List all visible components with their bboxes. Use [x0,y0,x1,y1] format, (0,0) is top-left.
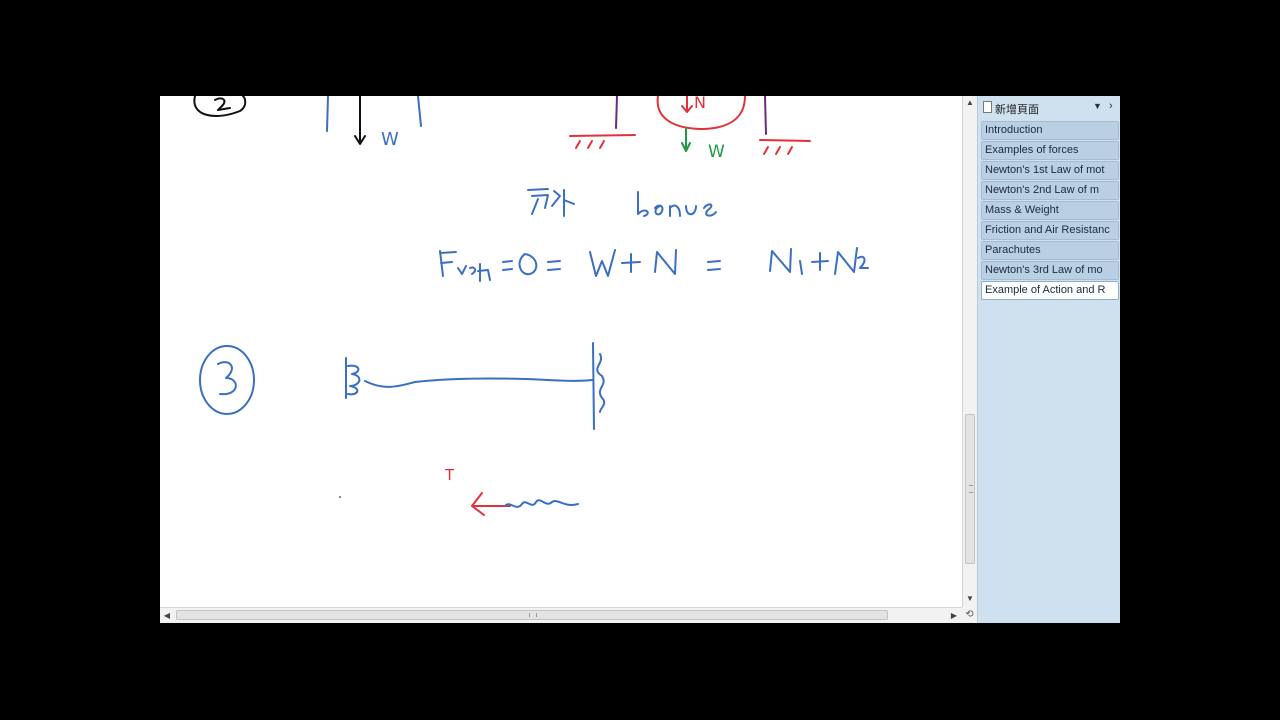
equation-eq2 [547,260,561,271]
new-page-label: 新增頁面 [995,103,1039,116]
spring-wall-hatch [596,353,606,413]
circle-3-outline [199,345,255,415]
resize-corner-icon[interactable]: ⟲ [962,607,977,623]
right-support [764,96,767,135]
page-list: Introduction Examples of forces Newton's… [981,121,1119,301]
vertical-scroll-thumb[interactable] [965,414,975,564]
ground-left [569,134,636,137]
page-tab-introduction[interactable]: Introduction [981,121,1119,140]
right-wall-stroke [417,96,422,127]
horizontal-scroll-thumb[interactable] [176,610,888,620]
equation-eq1 [502,260,513,271]
new-page-header[interactable]: 新增頁面 ▼ › [981,100,1118,116]
weight-label-left: W [381,129,399,150]
arrow-right-icon[interactable]: ▶ [947,608,961,623]
bonus-strokes [637,191,717,217]
circle-3-digit [217,361,237,396]
stray-dot [339,496,341,498]
equation-eq3 [707,260,721,271]
page-tab-friction-air-resistance[interactable]: Friction and Air Resistanc [981,221,1119,240]
equation-w [589,249,616,277]
equation-f [439,250,457,277]
page-tab-newtons-2nd-law[interactable]: Newton's 2nd Law of m [981,181,1119,200]
ground-right-hatch [763,146,793,155]
page-tab-newtons-3rd-law[interactable]: Newton's 3rd Law of mo [981,261,1119,280]
new-page-icon [983,101,992,113]
arrow-left-icon[interactable]: ◀ [160,608,174,623]
chinese-note-strokes [527,188,575,217]
tension-coil [504,499,579,508]
chevron-right-icon[interactable]: › [1109,100,1113,112]
spring-line [364,377,593,388]
equation-plus2 [811,252,829,271]
page-tab-example-action-reaction[interactable]: Example of Action and R [981,281,1119,300]
left-support [615,96,618,129]
onenote-window: W N W T ▲ ▼ ◀ ▶ ⟲ 新增頁面 ▼ › Introduction … [160,96,1120,623]
ink-layer [193,96,869,516]
horizontal-scrollbar[interactable]: ◀ ▶ [160,607,962,623]
equation-n2 [834,247,869,275]
equation-n1 [769,248,803,275]
normal-label: N [694,96,706,112]
ground-right [759,139,811,142]
weight-label-right: W [708,142,725,162]
spring-coil [345,357,361,399]
ground-left-hatch [575,140,605,149]
grip-icon [969,485,973,493]
dropdown-icon[interactable]: ▼ [1093,101,1102,111]
tension-arrow-head [471,492,485,516]
grip-icon [529,613,537,617]
page-tab-mass-weight[interactable]: Mass & Weight [981,201,1119,220]
digit-2-stroke [214,97,231,111]
equation-n [654,249,677,275]
arrow-up-icon[interactable]: ▲ [963,96,977,110]
normal-arrow [681,96,693,113]
page-tab-examples-of-forces[interactable]: Examples of forces [981,141,1119,160]
page-tab-parachutes[interactable]: Parachutes [981,241,1119,260]
page-tab-newtons-1st-law[interactable]: Newton's 1st Law of mot [981,161,1119,180]
arrow-down-icon[interactable]: ▼ [963,592,977,606]
spring-wall [592,342,595,430]
equation-zero [518,253,538,276]
equation-net [457,263,491,282]
page-tabs-panel: 新增頁面 ▼ › Introduction Examples of forces… [977,96,1120,623]
left-wall-stroke [326,96,329,132]
notebook-canvas[interactable]: W N W T [160,96,962,607]
tension-label: T [445,466,455,484]
vertical-scrollbar[interactable]: ▲ ▼ [962,96,977,607]
equation-plus [621,253,641,273]
